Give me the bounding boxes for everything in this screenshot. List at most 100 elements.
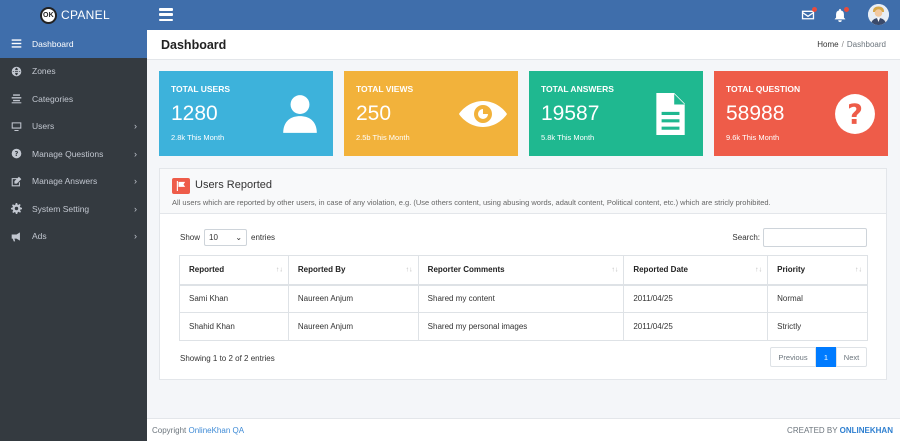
table-info: Showing 1 to 2 of 2 entries <box>180 354 275 363</box>
stat-card-value: 19587 <box>541 102 600 125</box>
bell-icon[interactable] <box>833 7 849 22</box>
menu-icon <box>10 38 22 50</box>
page-title: Dashboard <box>161 38 227 52</box>
question-circle-icon: ? <box>834 93 876 135</box>
avatar[interactable] <box>868 4 889 25</box>
notification-dot <box>844 7 849 12</box>
breadcrumb: Home / Dashboard <box>817 40 886 49</box>
stat-card-sub: 9.6k This Month <box>726 133 780 142</box>
entries-select[interactable]: 10 ⌄ <box>204 229 248 246</box>
sidebar-item-manage-answers[interactable]: Manage Answers › <box>0 168 147 196</box>
table-cell: 2011/04/25 <box>623 312 769 341</box>
table-row[interactable]: Shahid Khan Naureen Anjum Shared my pers… <box>179 312 868 341</box>
column-header-priority[interactable]: Priority ↑↓ <box>767 255 868 286</box>
search-input[interactable] <box>763 228 867 247</box>
breadcrumb-current: Dashboard <box>846 40 886 49</box>
stat-card-label: TOTAL ANSWERS <box>541 84 614 94</box>
gear-icon <box>10 203 22 215</box>
entries-select-value: 10 <box>209 233 218 242</box>
user-icon <box>279 93 321 135</box>
table-cell: Naureen Anjum <box>287 284 419 313</box>
column-header-reported-date[interactable]: Reported Date ↑↓ <box>623 255 769 286</box>
svg-text:?: ? <box>847 99 863 130</box>
sidebar-item-categories[interactable]: Categories <box>0 85 147 113</box>
sidebar-item-label: Manage Answers <box>32 176 98 187</box>
pagination: Previous 1 Next <box>770 347 867 367</box>
table-cell: Shahid Khan <box>179 312 289 341</box>
list-icon <box>10 93 22 105</box>
chevron-down-icon: ⌄ <box>235 233 243 242</box>
brand-name: CPANEL <box>61 8 110 22</box>
sidebar-item-label: Zones <box>32 66 56 77</box>
chevron-right-icon: › <box>134 203 137 214</box>
panel-title: Users Reported <box>195 179 273 191</box>
chevron-right-icon: › <box>134 231 137 242</box>
stat-card-label: TOTAL QUESTION <box>726 84 801 94</box>
column-header-reporter-comments[interactable]: Reporter Comments ↑↓ <box>417 255 625 286</box>
sort-icon: ↑↓ <box>275 266 283 274</box>
sidebar-item-label: Manage Questions <box>32 148 104 159</box>
stat-card-total-answers[interactable]: TOTAL ANSWERS 19587 5.8k This Month <box>529 71 703 156</box>
pagination-previous-button[interactable]: Previous <box>770 347 816 367</box>
monitor-icon <box>10 120 22 132</box>
table-search: Search: <box>732 228 867 247</box>
stat-card-label: TOTAL USERS <box>171 84 231 94</box>
brand-logo: OK <box>40 6 57 24</box>
table-cell: Naureen Anjum <box>287 312 419 341</box>
stat-card-sub: 2.5b This Month <box>356 133 410 142</box>
sidebar-item-zones[interactable]: Zones <box>0 58 147 86</box>
users-reported-panel: Users Reported All users which are repor… <box>159 168 887 380</box>
chevron-right-icon: › <box>134 121 137 132</box>
sidebar-item-system-setting[interactable]: System Setting › <box>0 195 147 223</box>
column-header-reported-by[interactable]: Reported By ↑↓ <box>287 255 419 286</box>
table-row[interactable]: Sami Khan Naureen Anjum Shared my conten… <box>179 284 868 313</box>
reported-users-table: Reported ↑↓ Reported By ↑↓ Reporter Commen… <box>179 255 868 341</box>
globe-icon <box>10 65 22 77</box>
column-header-reported[interactable]: Reported ↑↓ <box>179 255 289 286</box>
sidebar-item-label: Ads <box>32 231 47 242</box>
stat-card-total-views[interactable]: TOTAL VIEWS 250 2.5b This Month <box>344 71 518 156</box>
table-cell: Normal <box>767 284 868 313</box>
sort-icon: ↑↓ <box>405 266 413 274</box>
stat-card-value: 58988 <box>726 102 785 125</box>
brand[interactable]: OK CPANEL <box>0 0 147 30</box>
question-icon: ? <box>10 148 22 160</box>
pagination-page-button[interactable]: 1 <box>816 347 836 367</box>
sidebar: OK CPANEL Dashboard Zones Categories Use… <box>0 0 147 441</box>
sidebar-item-label: Dashboard <box>32 38 74 49</box>
mail-icon[interactable] <box>801 7 817 22</box>
sidebar-item-label: System Setting <box>32 203 90 214</box>
stat-card-total-users[interactable]: TOTAL USERS 1280 2.8k This Month <box>159 71 333 156</box>
footer-copyright-link[interactable]: OnlineKhan QA <box>188 426 244 435</box>
svg-text:?: ? <box>14 150 18 158</box>
panel-header: Users Reported All users which are repor… <box>160 169 886 214</box>
hamburger-menu-icon[interactable] <box>159 8 173 21</box>
sidebar-item-dashboard[interactable]: Dashboard <box>0 30 147 58</box>
sort-icon: ↑↓ <box>611 266 619 274</box>
topbar <box>147 0 900 30</box>
sidebar-item-label: Users <box>32 121 55 132</box>
panel-description: All users which are reported by other us… <box>172 198 771 207</box>
sidebar-item-users[interactable]: Users › <box>0 113 147 141</box>
bullhorn-icon <box>10 230 22 242</box>
search-label: Search: <box>732 233 760 242</box>
stat-card-total-question[interactable]: TOTAL QUESTION 58988 9.6k This Month ? <box>714 71 888 156</box>
table-header-row: Reported ↑↓ Reported By ↑↓ Reporter Commen… <box>179 255 868 286</box>
table-cell: Strictly <box>767 312 868 341</box>
pagination-next-button[interactable]: Next <box>836 347 867 367</box>
entries-length-control: Show 10 ⌄ entries <box>180 229 275 246</box>
sidebar-item-label: Categories <box>32 93 74 104</box>
sort-icon: ↑↓ <box>755 266 763 274</box>
sort-icon: ↑↓ <box>855 266 862 274</box>
stat-card-label: TOTAL VIEWS <box>356 84 414 94</box>
eye-icon <box>458 93 508 135</box>
breadcrumb-home[interactable]: Home <box>817 40 838 49</box>
stat-card-sub: 5.8k This Month <box>541 133 595 142</box>
edit-icon <box>10 175 22 187</box>
flag-icon <box>172 178 190 194</box>
show-label: Show <box>180 233 201 242</box>
sidebar-item-manage-questions[interactable]: ? Manage Questions › <box>0 140 147 168</box>
footer-credit-brand[interactable]: ONLINEKHAN <box>840 426 893 435</box>
sidebar-item-ads[interactable]: Ads › <box>0 223 147 251</box>
table-cell: 2011/04/25 <box>623 284 769 313</box>
